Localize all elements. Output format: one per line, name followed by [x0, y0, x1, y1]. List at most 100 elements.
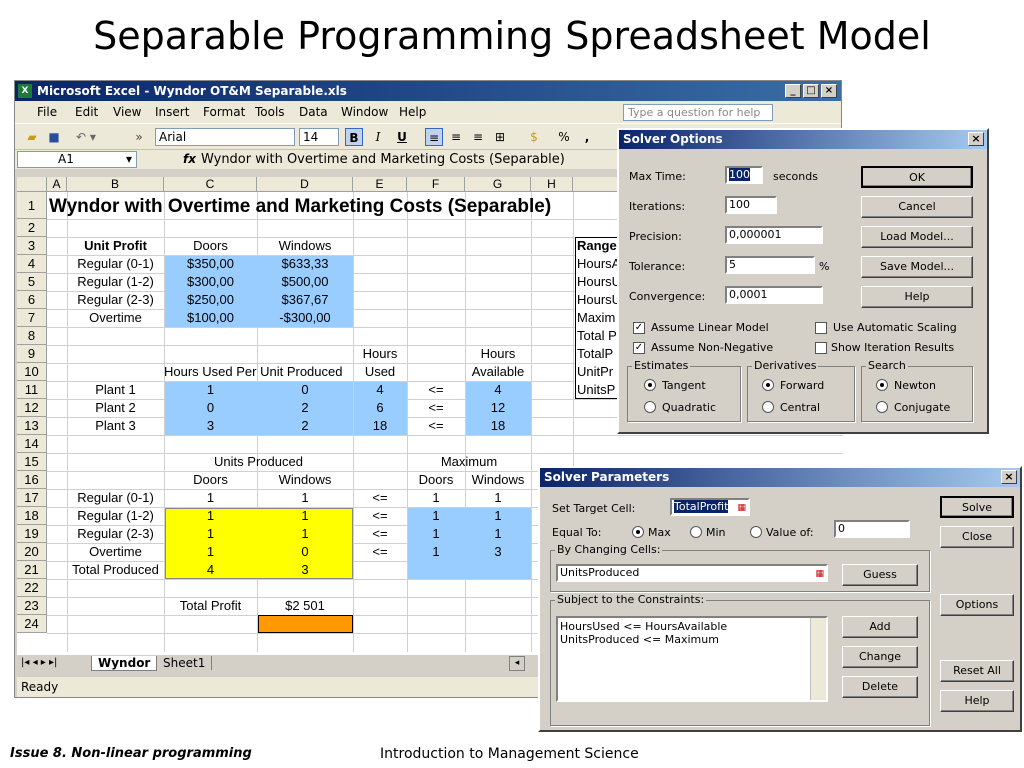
menu-help[interactable]: Help — [399, 105, 426, 119]
col-header-a[interactable]: A — [47, 177, 67, 192]
font-name-select[interactable]: Arial — [155, 128, 295, 146]
toolbar-options-icon[interactable]: » — [133, 128, 145, 146]
options-button[interactable]: Options — [940, 594, 1014, 616]
quadratic-radio[interactable] — [644, 401, 656, 413]
range-name-item[interactable]: UnitPr — [577, 363, 613, 381]
cell-label[interactable]: Plant 1 — [67, 381, 164, 399]
cell-doors-header[interactable]: Doors — [407, 471, 465, 489]
row-header[interactable]: 19 — [17, 525, 47, 543]
cell-value[interactable]: $250,00 — [164, 291, 257, 309]
cell-total-profit-label[interactable]: Total Profit — [164, 597, 257, 615]
tab-wyndor[interactable]: Wyndor — [91, 656, 158, 671]
cell-value[interactable]: $500,00 — [257, 273, 353, 291]
cell-value[interactable]: $300,00 — [164, 273, 257, 291]
value-of-radio[interactable] — [750, 526, 762, 538]
ok-button[interactable]: OK — [861, 166, 973, 188]
show-iteration-checkbox[interactable] — [815, 342, 827, 354]
cell-value[interactable]: 3 — [257, 561, 353, 579]
save-icon[interactable]: ■ — [45, 128, 63, 146]
sheet-title[interactable]: Wyndor with Overtime and Marketing Costs… — [49, 195, 551, 219]
target-cell-input[interactable]: TotalProfit ▦ — [670, 498, 750, 516]
cell-units-produced-header[interactable]: Units Produced — [164, 453, 353, 471]
total-profit-cell[interactable] — [258, 615, 353, 633]
excel-titlebar[interactable]: X Microsoft Excel - Wyndor OT&M Separabl… — [15, 81, 841, 101]
col-header-c[interactable]: C — [164, 177, 257, 192]
row-header[interactable]: 4 — [17, 255, 47, 273]
cell-used-header[interactable]: Used — [353, 363, 407, 381]
change-button[interactable]: Change — [842, 646, 918, 668]
cell-value[interactable]: 1 — [407, 489, 465, 507]
function-icon[interactable]: fx — [183, 152, 196, 166]
cell-operator[interactable]: <= — [407, 381, 465, 399]
scroll-left-icon[interactable]: ◂ — [509, 656, 525, 671]
collapse-dialog-icon[interactable]: ▦ — [815, 567, 824, 581]
row-header[interactable]: 18 — [17, 507, 47, 525]
name-box[interactable]: A1 ▾ — [17, 151, 137, 168]
cell-value[interactable]: 3 — [164, 417, 257, 435]
row-header[interactable]: 24 — [17, 615, 47, 633]
select-all-corner[interactable] — [17, 177, 47, 192]
cell-windows-header[interactable]: Windows — [465, 471, 531, 489]
convergence-input[interactable]: 0,0001 — [725, 286, 823, 304]
underline-button[interactable]: U — [393, 128, 411, 146]
cell-value[interactable]: 1 — [465, 489, 531, 507]
menu-view[interactable]: View — [113, 105, 141, 119]
range-name-item[interactable]: HoursU — [577, 291, 621, 309]
cell-doors-header[interactable]: Doors — [164, 237, 257, 255]
cell-value[interactable]: 1 — [164, 381, 257, 399]
row-header[interactable]: 20 — [17, 543, 47, 561]
maximize-icon[interactable]: □ — [803, 84, 819, 98]
delete-button[interactable]: Delete — [842, 676, 918, 698]
constraints-list[interactable]: HoursUsed <= HoursAvailable UnitsProduce… — [556, 616, 828, 702]
cell-value[interactable]: 2 — [257, 399, 353, 417]
cell-label[interactable]: Regular (1-2) — [67, 273, 164, 291]
cell-value[interactable]: 1 — [257, 507, 353, 525]
solver-options-titlebar[interactable]: Solver Options × — [619, 130, 987, 149]
col-header-b[interactable]: B — [67, 177, 164, 192]
solver-parameters-titlebar[interactable]: Solver Parameters × — [540, 468, 1020, 487]
align-left-icon[interactable]: ≡ — [425, 128, 443, 146]
cell-value[interactable]: 2 — [257, 417, 353, 435]
cell-label[interactable]: Regular (2-3) — [67, 525, 164, 543]
cell-value[interactable]: 1 — [164, 543, 257, 561]
row-header[interactable]: 22 — [17, 579, 47, 597]
min-radio[interactable] — [690, 526, 702, 538]
changing-cells-input[interactable]: UnitsProduced ▦ — [556, 564, 828, 582]
load-model-button[interactable]: Load Model... — [861, 226, 973, 248]
row-header[interactable]: 21 — [17, 561, 47, 579]
cell-value[interactable]: 4 — [465, 381, 531, 399]
newton-radio[interactable] — [876, 379, 888, 391]
row-header[interactable]: 7 — [17, 309, 47, 327]
font-size-select[interactable]: 14 — [299, 128, 339, 146]
italic-button[interactable]: I — [369, 128, 387, 146]
tab-scroll-icon[interactable]: |◂ ◂ ▸ ▸| — [21, 657, 57, 668]
cell-operator[interactable]: <= — [353, 543, 407, 561]
cell-hours-per-unit-header[interactable]: Hours Used Per Unit Produced — [164, 363, 353, 381]
col-header-h[interactable]: H — [531, 177, 573, 192]
cell-label[interactable]: Overtime — [67, 543, 164, 561]
save-model-button[interactable]: Save Model... — [861, 256, 973, 278]
cell-unit-profit-label[interactable]: Unit Profit — [67, 237, 164, 255]
auto-scaling-checkbox[interactable] — [815, 322, 827, 334]
value-of-input[interactable]: 0 — [834, 520, 910, 538]
cell-value[interactable]: 1 — [407, 543, 465, 561]
row-header[interactable]: 13 — [17, 417, 47, 435]
cell-value[interactable]: 1 — [407, 525, 465, 543]
undo-icon[interactable]: ↶ ▾ — [71, 128, 101, 146]
help-button[interactable]: Help — [861, 286, 973, 308]
cell-value[interactable]: 1 — [257, 525, 353, 543]
cell-operator[interactable]: <= — [353, 507, 407, 525]
col-header-e[interactable]: E — [353, 177, 407, 192]
cell-label[interactable]: Regular (2-3) — [67, 291, 164, 309]
cell-value[interactable]: 1 — [465, 525, 531, 543]
max-time-input[interactable]: 100 — [725, 166, 763, 184]
reset-all-button[interactable]: Reset All — [940, 660, 1014, 682]
menu-file[interactable]: File — [37, 105, 57, 119]
cell-value[interactable]: 0 — [257, 543, 353, 561]
cell-value[interactable]: 18 — [353, 417, 407, 435]
cell-hours-header[interactable]: Hours — [465, 345, 531, 363]
add-button[interactable]: Add — [842, 616, 918, 638]
row-header[interactable]: 15 — [17, 453, 47, 471]
menu-insert[interactable]: Insert — [155, 105, 189, 119]
scrollbar[interactable] — [810, 618, 826, 700]
